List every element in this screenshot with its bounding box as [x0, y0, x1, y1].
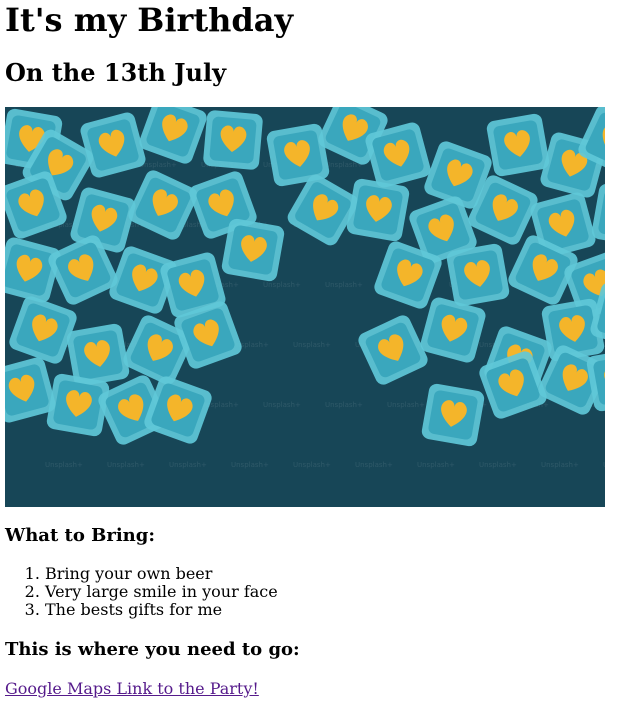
location-heading: This is where you need to go:	[5, 639, 300, 660]
heart-tile	[221, 218, 285, 282]
heart-tile	[203, 110, 263, 170]
heart-tile	[486, 113, 550, 177]
watermark-text: Unsplash+	[417, 461, 455, 469]
watermark-text: Unsplash+	[541, 461, 579, 469]
watermark-text: Unsplash+	[107, 461, 145, 469]
hero-image: Unsplash+ Unsplash+ Unsplash+ Unsplash+ Unsp…	[5, 107, 605, 507]
watermark-text: Unsplash+	[293, 461, 331, 469]
watermark-text: Unsplash+	[263, 401, 301, 409]
watermark-text: Unsplash+	[169, 461, 207, 469]
watermark-text: Unsplash+	[45, 461, 83, 469]
google-maps-link[interactable]: Google Maps Link to the Party!	[5, 679, 259, 699]
watermark-text: Unsplash+	[355, 461, 393, 469]
list-item: The bests gifts for me	[45, 601, 278, 619]
page-title: It's my Birthday	[5, 1, 294, 39]
list-item: Very large smile in your face	[45, 583, 278, 601]
heart-tile	[421, 383, 485, 447]
watermark-text: Unsplash+	[293, 341, 331, 349]
watermark-text: Unsplash+	[479, 461, 517, 469]
list-item: Bring your own beer	[45, 565, 278, 583]
watermark-text: Unsplash+	[325, 281, 363, 289]
watermark-text: Unsplash+	[387, 401, 425, 409]
bring-list: Bring your own beer Very large smile in …	[5, 565, 278, 619]
watermark-text: Unsplash+	[325, 401, 363, 409]
heart-tile	[346, 178, 410, 242]
watermark-text: Unsplash+	[603, 461, 605, 469]
bring-heading: What to Bring:	[5, 525, 155, 546]
heart-tile	[446, 243, 510, 307]
hero-illustration: Unsplash+ Unsplash+ Unsplash+ Unsplash+ Unsp…	[5, 107, 605, 507]
page-subtitle: On the 13th July	[5, 58, 227, 87]
watermark-text: Unsplash+	[231, 461, 269, 469]
watermark-text: Unsplash+	[263, 281, 301, 289]
